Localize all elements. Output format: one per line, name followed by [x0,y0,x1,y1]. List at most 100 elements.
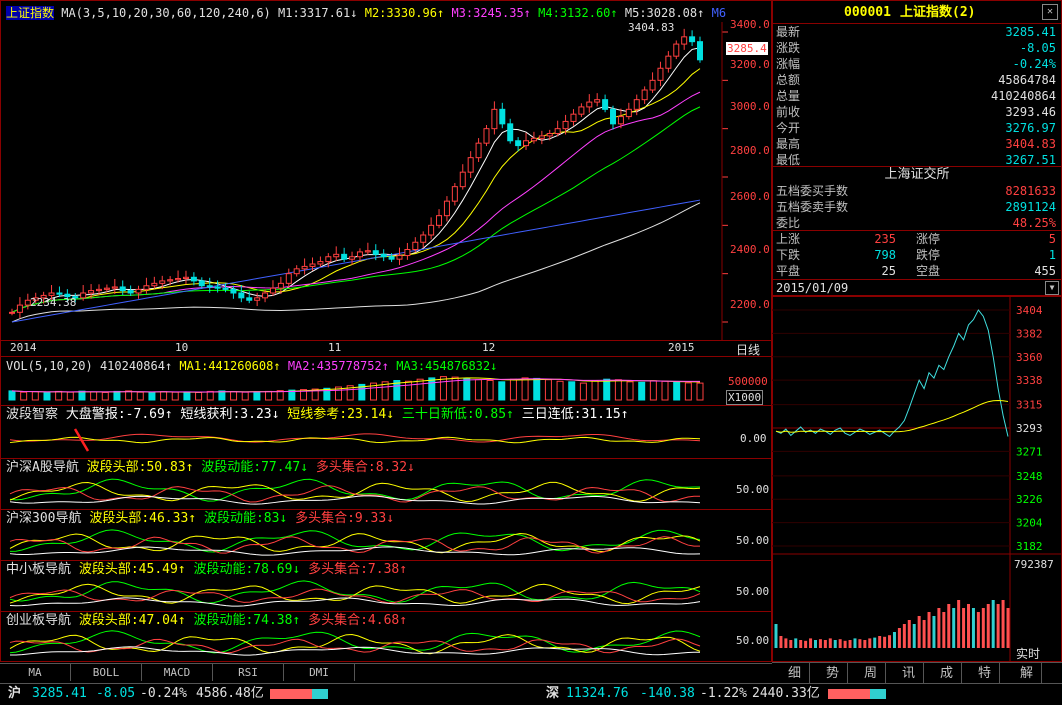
side-tab-news[interactable]: 讯 [894,663,924,685]
vol-bar [20,391,28,401]
panel3-title[interactable]: 沪深300导航 [6,511,81,526]
candle-body [190,276,197,282]
updown-row: 上涨 235 涨停 5 [776,231,1056,247]
side-tabs: 细 势 周 讯 成 特 解 [772,662,1062,685]
tab-ma[interactable]: MA [0,664,71,681]
updown-value: 5 [1048,232,1056,246]
intraday-vol-bar [912,624,916,648]
intraday-vol-bar [962,608,966,648]
intraday-vol-bar [809,638,813,648]
index-name[interactable]: 上证指数 [6,6,55,20]
quote-value: -8.05 [1019,41,1056,55]
vol-bar [241,391,249,401]
close-icon[interactable]: ✕ [1042,4,1058,20]
quote-value: 3285.41 [1005,25,1056,39]
candle-body [538,135,545,139]
scroll-down-icon[interactable]: ▼ [1045,281,1059,295]
intraday-vol-bar [799,640,803,648]
updown-label: 平盘 [776,264,801,278]
vol-bar [78,390,86,401]
candle-body [111,286,118,289]
intraday-y-tick: 3182 [1016,540,1043,553]
panel3-chart[interactable] [0,527,730,559]
m4-value: M4:3132.60↑ [538,6,618,20]
intraday-vol-bar [942,612,946,648]
candle-body [119,286,126,292]
quote-value: 2891124 [1005,200,1056,214]
vol-bar [474,379,482,401]
vol-y-label: 500000 [728,375,768,388]
candle-body [356,251,363,258]
tab-boll[interactable]: BOLL [71,664,142,681]
intraday-y-tick: 3248 [1016,470,1043,483]
vol-chart[interactable] [0,372,730,402]
tab-macd[interactable]: MACD [142,664,213,681]
candle-body [649,79,656,91]
candle-body [665,55,672,69]
candle-body [420,234,427,243]
vol-bar [556,380,564,401]
vol-bar [31,391,39,401]
panel3-a: 波段头部:46.33↑ [89,511,197,526]
quote-label: 涨幅 [776,57,801,71]
panel1-title[interactable]: 波段智察 [6,407,58,422]
panel5-title[interactable]: 创业板导航 [6,613,71,628]
sz-percent: -1.22% [700,686,747,701]
candle-body [277,282,284,289]
sz-amount: 2440.33亿 [752,686,820,701]
kline-chart[interactable] [0,22,772,362]
intraday-y-tick: 3360 [1016,351,1043,364]
side-tab-special[interactable]: 特 [970,663,1000,685]
intraday-y-tick: 3338 [1016,374,1043,387]
intraday-chart[interactable]: 3404 3382 3360 3338 3315 3293 3271 3248 3226 3204… [772,296,1062,662]
side-tab-explain[interactable]: 解 [1012,663,1042,685]
tab-dmi[interactable]: DMI [284,664,355,681]
intraday-vol-bar [843,640,847,648]
vol-bar [579,382,587,401]
sz-price: 11324.76 [566,686,629,701]
candle-body [175,278,182,281]
panel5-chart[interactable] [0,629,730,659]
panel4-title[interactable]: 中小板导航 [6,562,71,577]
candle-body [293,268,300,275]
side-tab-week[interactable]: 周 [856,663,886,685]
intraday-vol-bar [991,600,995,648]
x-tick: 10 [175,341,189,354]
candle-body [246,297,253,301]
side-tab-trend[interactable]: 势 [818,663,848,685]
intraday-vol-bar [888,635,892,648]
tab-rsi[interactable]: RSI [213,664,284,681]
indicator-line [9,478,701,502]
vol-bar [416,378,424,401]
quote-value: 48.25% [1012,216,1056,230]
intraday-vol-bar [892,632,896,648]
quote-row: 涨幅 -0.24% [776,56,1056,72]
kline-header: 上证指数 MA(3,5,10,20,30,60,120,240,6) M1:33… [6,6,726,20]
intraday-vol-bar [779,636,783,648]
candle-body [95,288,102,292]
candle-body [610,108,617,125]
indicator-line [9,580,701,604]
candle-body [309,263,316,267]
panel4-divider [0,560,772,561]
quote-label: 五档委买手数 [776,184,849,198]
candle-body [570,113,577,122]
updown-label: 上涨 [776,232,801,246]
intraday-vol-bar [981,608,985,648]
quote-rows: 最新 3285.41 涨跌 -8.05 涨幅 -0.24% 总额 45864784 总量 4102… [772,24,1062,168]
candle-body [507,123,514,142]
candle-body [143,285,150,290]
panel4-chart[interactable] [0,578,730,610]
vol-bar [696,382,704,401]
candle-body [372,250,379,255]
panel2-chart[interactable] [0,476,730,508]
sh-amount: 4586.48亿 [196,686,264,701]
panel2-title[interactable]: 沪深A股导航 [6,460,79,475]
candle-body [301,265,308,270]
panel1-chart[interactable] [0,424,730,458]
side-tab-detail[interactable]: 细 [780,663,810,685]
side-tab-deal[interactable]: 成 [932,663,962,685]
panel4-b: 波段动能:78.69↓ [193,562,301,577]
quote-rows-2: 五档委买手数 8281633 五档委卖手数 2891124 委比 48.25% [772,183,1062,231]
quote-label: 总量 [776,89,801,103]
